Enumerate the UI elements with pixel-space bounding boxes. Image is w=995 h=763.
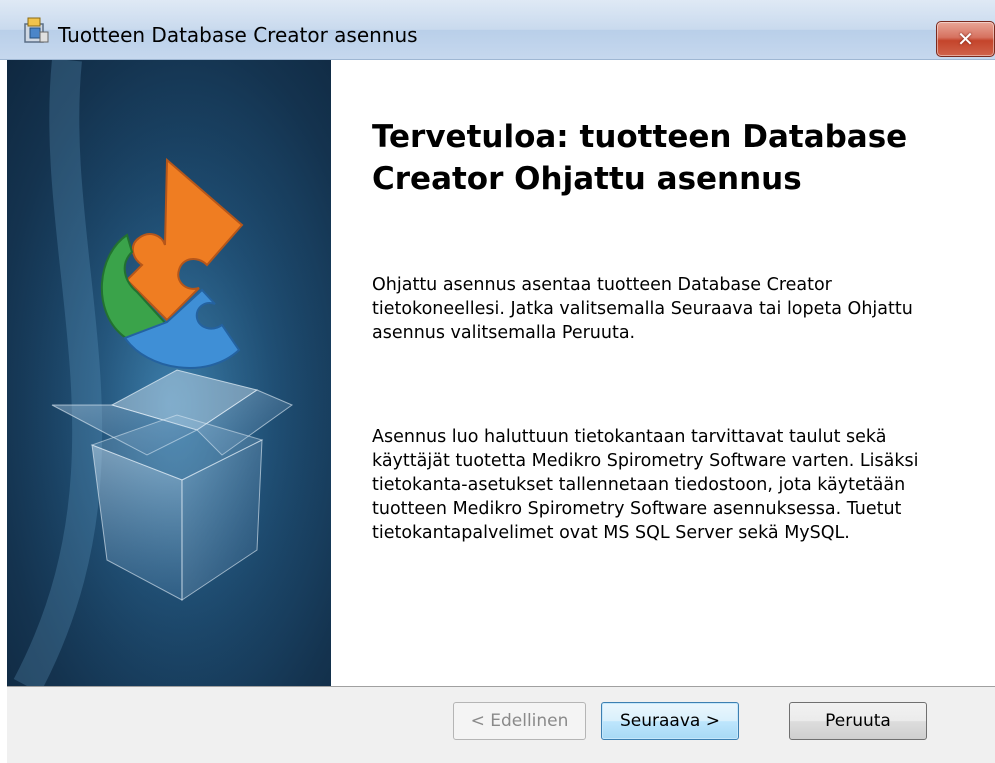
description-text: Asennus luo haluttuun tietokantaan tarvi… xyxy=(372,427,919,543)
next-button[interactable]: Seuraava > xyxy=(601,702,739,740)
close-icon: ✕ xyxy=(957,27,974,51)
page-heading: Tervetuloa: tuotteen Database Creator Oh… xyxy=(372,119,908,197)
back-button[interactable]: < Edellinen xyxy=(453,702,586,740)
puzzle-box-graphic xyxy=(7,60,331,686)
installer-icon xyxy=(24,17,49,43)
title-bar[interactable]: Tuotteen Database Creator asennus ✕ xyxy=(0,0,995,60)
intro-text: Ohjattu asennus asentaa tuotteen Databas… xyxy=(372,275,913,343)
cancel-button[interactable]: Peruuta xyxy=(789,702,927,740)
welcome-banner xyxy=(7,60,331,686)
close-button[interactable]: ✕ xyxy=(936,21,995,57)
window-title: Tuotteen Database Creator asennus xyxy=(58,23,418,47)
